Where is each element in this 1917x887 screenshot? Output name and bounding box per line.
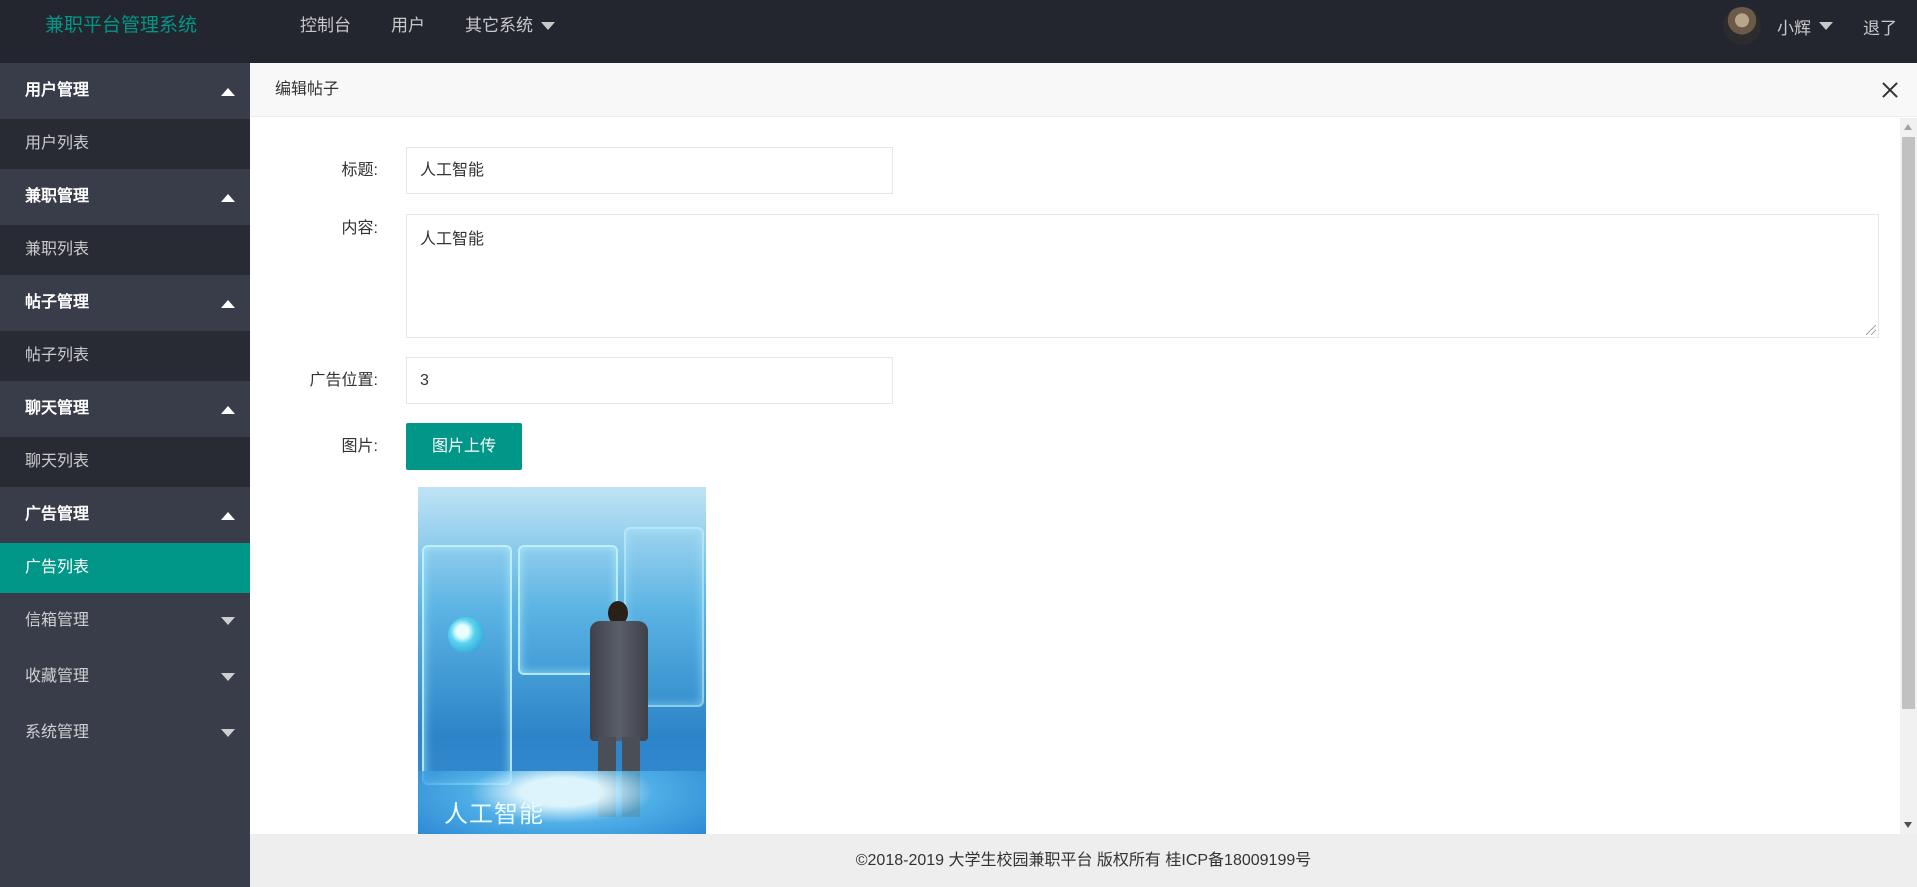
hud-panel-left bbox=[422, 545, 512, 785]
sidebar-item-ad-list[interactable]: 广告列表 bbox=[0, 543, 250, 593]
nav-users[interactable]: 用户 bbox=[371, 0, 445, 52]
chevron-down-icon bbox=[221, 729, 235, 737]
person-body bbox=[590, 621, 648, 741]
logout-link[interactable]: 退了 bbox=[1863, 14, 1897, 39]
edit-dialog: 编辑帖子 标题: 人工智能 内容: 人工智能 广告位置: 3 图片: 图片上传 bbox=[250, 63, 1917, 834]
sidebar-group-label: 系统管理 bbox=[25, 724, 90, 741]
sidebar-group-user-management[interactable]: 用户管理 bbox=[0, 63, 250, 119]
dialog-title: 编辑帖子 bbox=[275, 81, 340, 98]
globe-icon bbox=[448, 617, 484, 653]
nav-console-label: 控制台 bbox=[300, 16, 351, 35]
position-row: 广告位置: bbox=[250, 357, 378, 404]
top-nav: 控制台 用户 其它系统 bbox=[280, 0, 575, 52]
app-logo[interactable]: 兼职平台管理系统 bbox=[45, 0, 197, 52]
nav-other-systems-label: 其它系统 bbox=[465, 16, 533, 35]
sidebar-group-job-management[interactable]: 兼职管理 bbox=[0, 169, 250, 225]
sidebar-group-label: 用户管理 bbox=[25, 82, 90, 99]
upload-image-button[interactable]: 图片上传 bbox=[406, 423, 522, 470]
sidebar-item-job-list[interactable]: 兼职列表 bbox=[0, 225, 250, 275]
user-name: 小辉 bbox=[1777, 18, 1811, 38]
sidebar-group-label: 兼职管理 bbox=[25, 188, 90, 205]
content-textarea[interactable]: 人工智能 bbox=[406, 214, 1879, 338]
vertical-scrollbar[interactable] bbox=[1900, 118, 1917, 834]
chevron-up-icon bbox=[221, 406, 235, 414]
user-menu[interactable]: 小辉 bbox=[1777, 14, 1833, 39]
title-row: 标题: bbox=[250, 147, 378, 194]
sidebar-group-label: 聊天管理 bbox=[25, 400, 90, 417]
preview-caption: 人工智能 bbox=[444, 801, 544, 828]
sidebar-group-post-management[interactable]: 帖子管理 bbox=[0, 275, 250, 331]
sidebar-group-ad-management[interactable]: 广告管理 bbox=[0, 487, 250, 543]
title-input[interactable]: 人工智能 bbox=[406, 147, 893, 194]
image-label: 图片: bbox=[341, 438, 378, 455]
sidebar-group-favorites-management[interactable]: 收藏管理 bbox=[0, 649, 250, 705]
position-label: 广告位置: bbox=[309, 372, 378, 389]
content-row: 内容: bbox=[250, 214, 378, 244]
sidebar-group-label: 收藏管理 bbox=[25, 668, 90, 685]
scroll-up-icon[interactable] bbox=[1904, 124, 1912, 130]
chevron-down-icon bbox=[541, 22, 555, 30]
nav-console[interactable]: 控制台 bbox=[280, 0, 371, 52]
sidebar: 用户管理 用户列表 兼职管理 兼职列表 帖子管理 帖子列表 聊天管理 聊天列表 … bbox=[0, 63, 250, 887]
resize-handle-icon[interactable] bbox=[1866, 325, 1876, 335]
dialog-body: 标题: 人工智能 内容: 人工智能 广告位置: 3 图片: 图片上传 人工智能 bbox=[250, 118, 1900, 834]
nav-other-systems[interactable]: 其它系统 bbox=[445, 0, 575, 52]
user-area: 小辉 退了 bbox=[1723, 0, 1897, 52]
content-label: 内容: bbox=[341, 220, 378, 237]
avatar[interactable] bbox=[1723, 7, 1761, 45]
sidebar-group-system-management[interactable]: 系统管理 bbox=[0, 705, 250, 761]
sidebar-group-chat-management[interactable]: 聊天管理 bbox=[0, 381, 250, 437]
sidebar-group-label: 帖子管理 bbox=[25, 294, 90, 311]
scroll-down-icon[interactable] bbox=[1904, 822, 1912, 828]
dialog-title-bar: 编辑帖子 bbox=[250, 63, 1917, 117]
sidebar-item-post-list[interactable]: 帖子列表 bbox=[0, 331, 250, 381]
chevron-down-icon bbox=[221, 673, 235, 681]
sidebar-group-mailbox-management[interactable]: 信箱管理 bbox=[0, 593, 250, 649]
scroll-thumb[interactable] bbox=[1902, 137, 1915, 709]
sidebar-item-user-list[interactable]: 用户列表 bbox=[0, 119, 250, 169]
position-input[interactable]: 3 bbox=[406, 357, 893, 404]
sidebar-item-chat-list[interactable]: 聊天列表 bbox=[0, 437, 250, 487]
top-header: 兼职平台管理系统 控制台 用户 其它系统 小辉 退了 bbox=[0, 0, 1917, 63]
title-label: 标题: bbox=[341, 162, 378, 179]
sidebar-group-label: 信箱管理 bbox=[25, 612, 90, 629]
image-preview: 人工智能 bbox=[418, 487, 706, 834]
image-row: 图片: bbox=[250, 423, 378, 470]
content-value: 人工智能 bbox=[420, 231, 485, 248]
chevron-up-icon bbox=[221, 512, 235, 520]
sidebar-group-label: 广告管理 bbox=[25, 506, 90, 523]
close-icon[interactable] bbox=[1878, 78, 1902, 102]
chevron-down-icon bbox=[1819, 22, 1833, 30]
chevron-up-icon bbox=[221, 88, 235, 96]
footer: ©2018-2019 大学生校园兼职平台 版权所有 桂ICP备18009199号 bbox=[250, 834, 1917, 887]
chevron-down-icon bbox=[221, 617, 235, 625]
nav-users-label: 用户 bbox=[391, 16, 425, 35]
chevron-up-icon bbox=[221, 194, 235, 202]
chevron-up-icon bbox=[221, 300, 235, 308]
